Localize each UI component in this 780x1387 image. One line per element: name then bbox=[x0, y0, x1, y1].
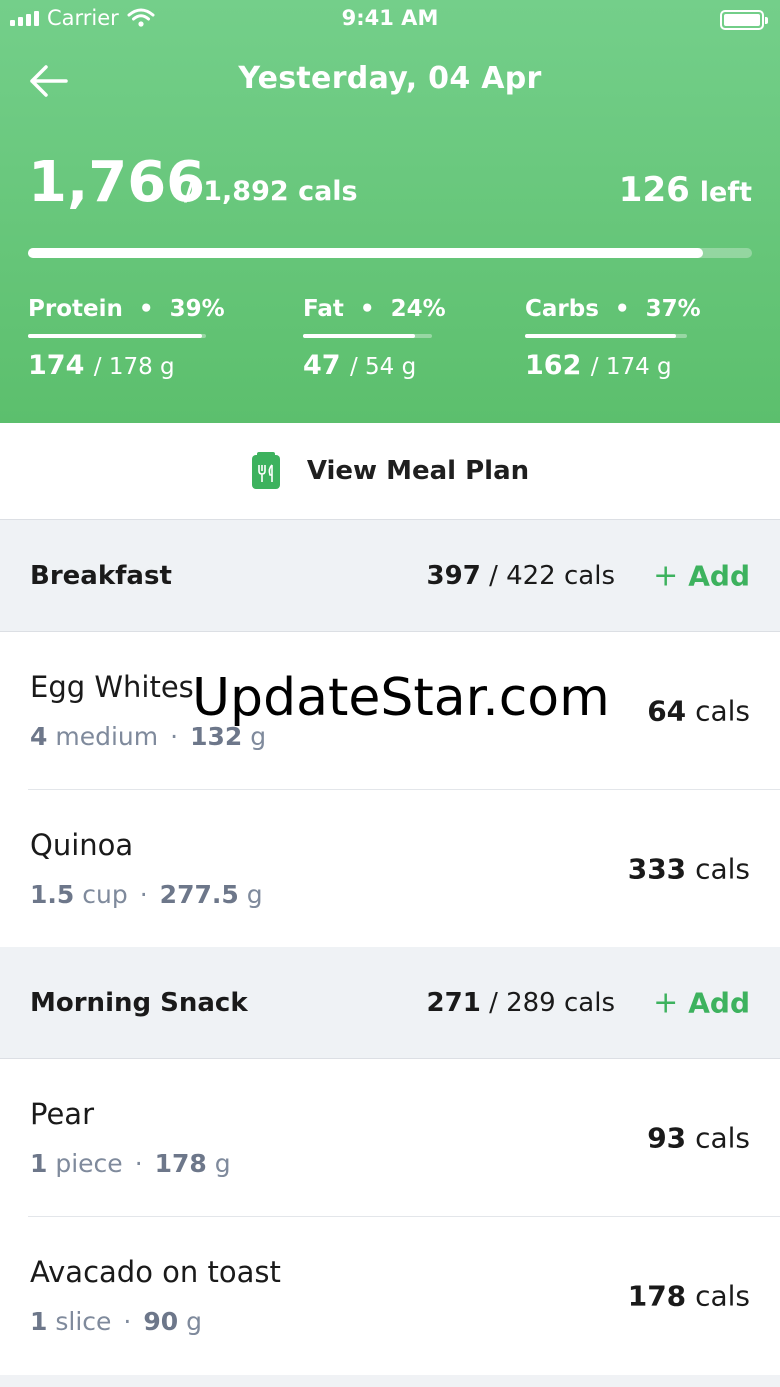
macro-progress-bar bbox=[303, 334, 432, 338]
calories-left: 126 left bbox=[619, 170, 752, 210]
food-detail: 4 medium · 132 g bbox=[30, 722, 267, 751]
status-bar: Carrier 9:41 AM bbox=[0, 0, 780, 40]
meal-section-header-breakfast: Breakfast 397 / 422 cals + Add bbox=[0, 520, 780, 632]
calories-goal: / 1,892 cals bbox=[184, 176, 358, 207]
macro-fat: Fat • 24% 47 / 54 g bbox=[303, 296, 446, 381]
calorie-progress-bar bbox=[28, 248, 752, 258]
calories-consumed: 1,766 bbox=[28, 150, 206, 215]
food-detail: 1 piece · 178 g bbox=[30, 1149, 231, 1178]
food-calories: 178 cals bbox=[627, 1279, 750, 1313]
add-food-button-morning-snack[interactable]: + Add bbox=[653, 985, 750, 1020]
macro-amount: 174 / 178 g bbox=[28, 350, 175, 381]
meal-section-calories: 271 / 289 cals bbox=[426, 987, 615, 1018]
calories-left-label: left bbox=[699, 177, 752, 208]
calories-left-value: 126 bbox=[618, 170, 690, 210]
calorie-summary: 1,766 / 1,892 cals 126 left bbox=[28, 150, 752, 220]
food-calories: 93 cals bbox=[647, 1121, 750, 1155]
food-calories: 333 cals bbox=[627, 852, 750, 886]
macro-label: Fat • 24% bbox=[303, 296, 446, 322]
calorie-progress-fill bbox=[28, 248, 704, 258]
daily-summary-header: Carrier 9:41 AM Yesterday, 04 Apr 1,766 … bbox=[0, 0, 780, 423]
meal-section-calories: 397 / 422 cals bbox=[426, 560, 615, 591]
meal-section-title: Breakfast bbox=[30, 560, 172, 591]
view-meal-plan-label: View Meal Plan bbox=[306, 456, 530, 486]
status-time: 9:41 AM bbox=[341, 6, 439, 30]
food-item-pear[interactable]: Pear 1 piece · 178 g 93 cals bbox=[0, 1059, 780, 1217]
meal-section-header-morning-snack: Morning Snack 271 / 289 cals + Add bbox=[0, 947, 780, 1059]
food-detail: 1 slice · 90 g bbox=[30, 1307, 202, 1336]
macro-carbs: Carbs • 37% 162 / 174 g bbox=[525, 296, 701, 381]
food-item-egg-whites[interactable]: Egg Whites 4 medium · 132 g 64 cals bbox=[0, 632, 780, 790]
battery-icon bbox=[720, 10, 768, 30]
meal-section-title: Morning Snack bbox=[30, 987, 248, 1018]
macro-progress-bar bbox=[28, 334, 206, 338]
macro-amount: 47 / 54 g bbox=[303, 350, 417, 381]
macro-amount: 162 / 174 g bbox=[525, 350, 672, 381]
plus-icon: + bbox=[653, 558, 679, 593]
food-item-avacado-on-toast[interactable]: Avacado on toast 1 slice · 90 g 178 cals bbox=[0, 1217, 780, 1375]
view-meal-plan-button[interactable]: View Meal Plan bbox=[0, 423, 780, 520]
macro-label: Carbs • 37% bbox=[525, 296, 701, 322]
plus-icon: + bbox=[653, 985, 679, 1020]
food-name: Avacado on toast bbox=[30, 1255, 281, 1289]
macro-protein: Protein • 39% 174 / 178 g bbox=[28, 296, 225, 381]
nav-bar: Yesterday, 04 Apr bbox=[0, 55, 780, 105]
food-name: Egg Whites bbox=[30, 670, 194, 704]
food-name: Pear bbox=[30, 1097, 94, 1131]
add-food-button-breakfast[interactable]: + Add bbox=[653, 558, 750, 593]
food-detail: 1.5 cup · 277.5 g bbox=[30, 880, 263, 909]
food-name: Quinoa bbox=[30, 828, 134, 862]
food-item-quinoa[interactable]: Quinoa 1.5 cup · 277.5 g 333 cals bbox=[0, 790, 780, 948]
page-title: Yesterday, 04 Apr bbox=[238, 61, 542, 96]
macro-label: Protein • 39% bbox=[28, 296, 225, 322]
food-calories: 64 cals bbox=[647, 694, 750, 728]
macro-progress-bar bbox=[525, 334, 687, 338]
meal-plan-icon bbox=[251, 452, 280, 489]
